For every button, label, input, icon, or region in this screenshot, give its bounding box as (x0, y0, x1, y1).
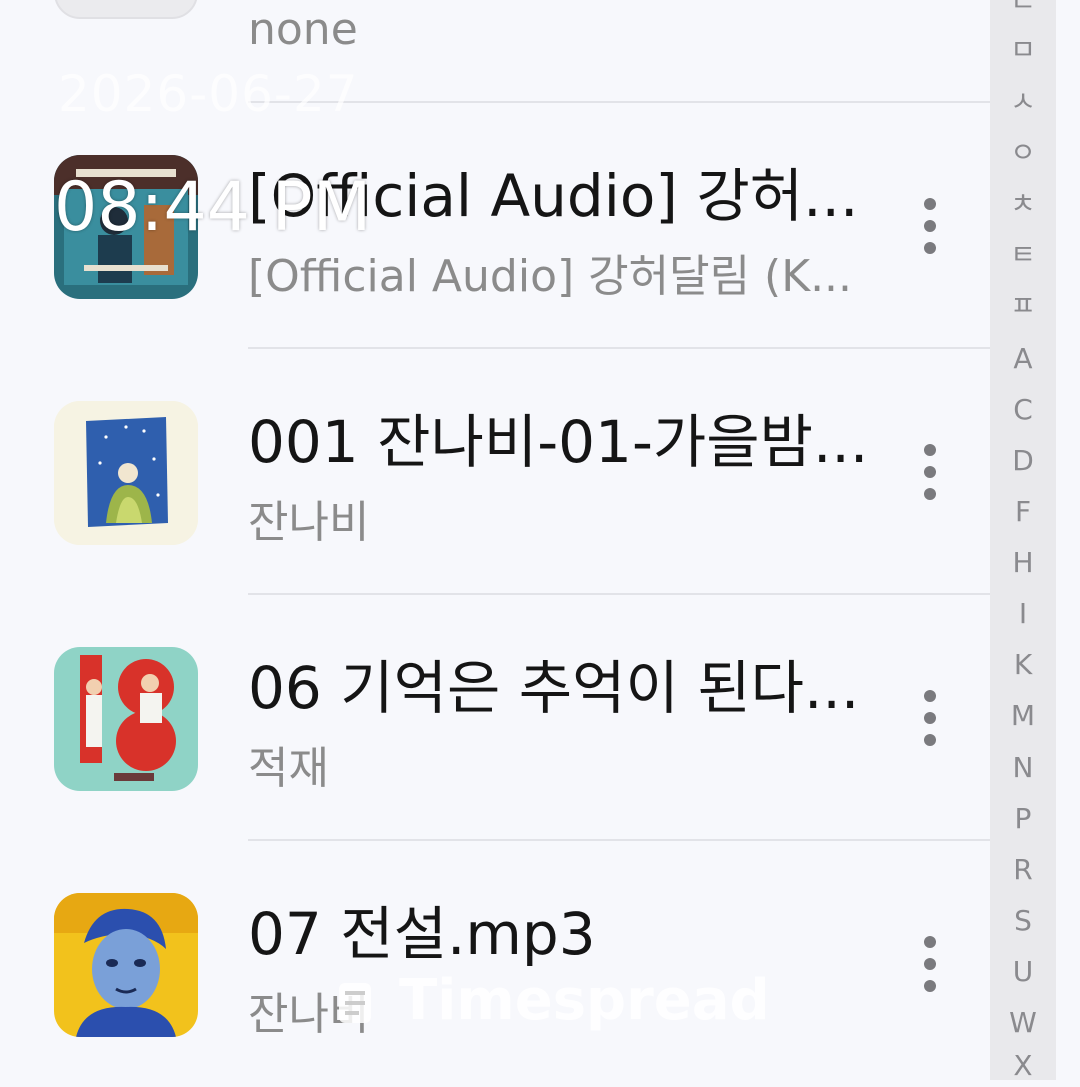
more-vertical-icon[interactable] (910, 196, 950, 256)
index-scroll-bar[interactable]: ㄴ ㅁ ㅅ ㅇ ㅊ ㅌ ㅍ A C D F H I K M N P R S U … (990, 0, 1056, 1082)
index-letter[interactable]: ㅅ (990, 86, 1056, 118)
index-letter[interactable]: W (990, 1007, 1056, 1039)
index-letter[interactable]: S (990, 905, 1056, 937)
album-art-placeholder (54, 0, 198, 19)
index-letter[interactable]: ㅍ (990, 290, 1056, 322)
watermark: Timespread (335, 960, 770, 1040)
index-letter[interactable]: A (990, 343, 1056, 375)
index-letter[interactable]: ㅇ (990, 137, 1056, 169)
timespread-logo-icon (335, 976, 375, 1024)
list-item[interactable]: 001 잔나비-01-가을밤... 잔나비 (0, 349, 990, 595)
song-title: 06 기억은 추억이 된다... (248, 654, 860, 722)
song-subtitle: 적재 (248, 743, 329, 794)
index-letter[interactable]: I (990, 598, 1056, 630)
index-letter[interactable]: F (990, 496, 1056, 528)
album-art (54, 647, 198, 791)
timestamp-date: 2026-06-27 (58, 65, 359, 123)
index-letter[interactable]: D (990, 445, 1056, 477)
index-letter[interactable]: H (990, 547, 1056, 579)
index-letter[interactable]: ㅁ (990, 34, 1056, 66)
album-art (54, 401, 198, 545)
more-vertical-icon[interactable] (910, 934, 950, 994)
index-letter[interactable]: C (990, 394, 1056, 426)
index-letter[interactable]: K (990, 649, 1056, 681)
more-vertical-icon[interactable] (910, 688, 950, 748)
watermark-text: Timespread (399, 967, 770, 1033)
index-letter[interactable]: ㅌ (990, 239, 1056, 271)
index-letter[interactable]: P (990, 803, 1056, 835)
index-letter[interactable]: U (990, 956, 1056, 988)
index-letter[interactable]: R (990, 854, 1056, 886)
album-art (54, 893, 198, 1037)
timestamp-time: 08:44 PM (54, 168, 372, 247)
index-letter[interactable]: ㄴ (990, 0, 1056, 18)
song-title: 001 잔나비-01-가을밤... (248, 408, 869, 476)
more-vertical-icon[interactable] (910, 0, 950, 10)
index-letter[interactable]: N (990, 752, 1056, 784)
song-title: 07 전설.mp3 (248, 900, 596, 968)
song-list: none [Official Audio] 강허... [Official Au… (0, 0, 990, 1080)
song-subtitle: [Official Audio] 강허달림 (K... (248, 251, 853, 302)
song-subtitle: none (248, 4, 358, 55)
song-subtitle: 잔나비 (248, 497, 370, 548)
index-letter[interactable]: X (990, 1050, 1056, 1082)
list-item[interactable]: 06 기억은 추억이 된다... 적재 (0, 595, 990, 841)
index-letter[interactable]: M (990, 700, 1056, 732)
index-letter[interactable]: ㅊ (990, 188, 1056, 220)
more-vertical-icon[interactable] (910, 442, 950, 502)
